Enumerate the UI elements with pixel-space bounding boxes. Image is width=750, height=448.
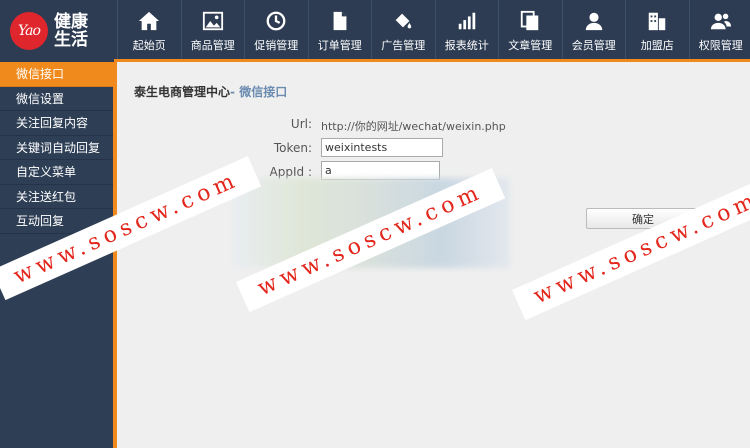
nav-label: 报表统计 [444,39,489,52]
document-icon [333,11,347,31]
users-icon [710,13,731,30]
home-icon [139,11,160,31]
nav-label: 广告管理 [381,39,426,52]
main-nav: 起始页 商品管理 促销管理 订单管理 广告管理 报表统计 文章管理 会员管理 加… [117,0,750,59]
nav-label: 起始页 [132,39,166,52]
top-nav-bar: Yao 健康生活 起始页 商品管理 促销管理 订单管理 广告管理 报表统计 文章… [0,0,750,62]
token-label: Token: [273,141,312,155]
nav-item-home[interactable]: 起始页 [117,0,181,59]
bar-chart-icon [458,12,475,30]
nav-label: 文章管理 [508,39,553,52]
breadcrumb-separator: - [230,85,240,99]
clock-icon [266,11,286,31]
breadcrumb-current: 微信接口 [239,85,288,99]
nav-item-products[interactable]: 商品管理 [180,0,245,59]
breadcrumb-main: 泰生电商管理中心 [134,85,231,99]
nav-label: 会员管理 [571,39,616,52]
nav-item-permissions[interactable]: 权限管理 [688,0,750,59]
building-icon [649,12,666,31]
nav-label: 权限管理 [698,39,743,52]
logo-text: 健康生活 [54,12,88,50]
paint-bucket-icon [395,13,412,29]
token-input[interactable] [321,138,443,157]
nav-label: 加盟店 [640,39,674,52]
nav-label: 商品管理 [190,39,235,52]
sidebar-item-follow-reply[interactable]: 关注回复内容 [0,111,113,136]
nav-item-reports[interactable]: 报表统计 [434,0,499,59]
nav-label: 促销管理 [254,39,299,52]
nav-item-articles[interactable]: 文章管理 [498,0,562,59]
image-icon [202,11,223,31]
nav-item-orders[interactable]: 订单管理 [307,0,372,59]
nav-item-members[interactable]: 会员管理 [561,0,626,59]
url-value: http://你的网址/wechat/weixin.php [321,120,506,133]
nav-item-ads[interactable]: 广告管理 [371,0,435,59]
sidebar-item-wechat-settings[interactable]: 微信设置 [0,87,113,111]
copy-icon [521,10,539,31]
sidebar-item-keyword-reply[interactable]: 关键词自动回复 [0,136,113,160]
user-icon [585,12,602,31]
nav-item-franchise[interactable]: 加盟店 [625,0,689,59]
nav-item-promotions[interactable]: 促销管理 [244,0,308,59]
breadcrumb: 泰生电商管理中心- 微信接口 [134,83,287,100]
logo-badge: Yao [10,12,48,50]
nav-label: 订单管理 [317,39,362,52]
url-label: Url: [290,117,312,131]
sidebar-item-red-packet[interactable]: 关注送红包 [0,185,113,209]
sidebar-item-wechat-api[interactable]: 微信接口 [0,62,113,87]
brand-logo[interactable]: Yao 健康生活 [0,0,114,62]
sidebar-item-custom-menu[interactable]: 自定义菜单 [0,160,113,185]
